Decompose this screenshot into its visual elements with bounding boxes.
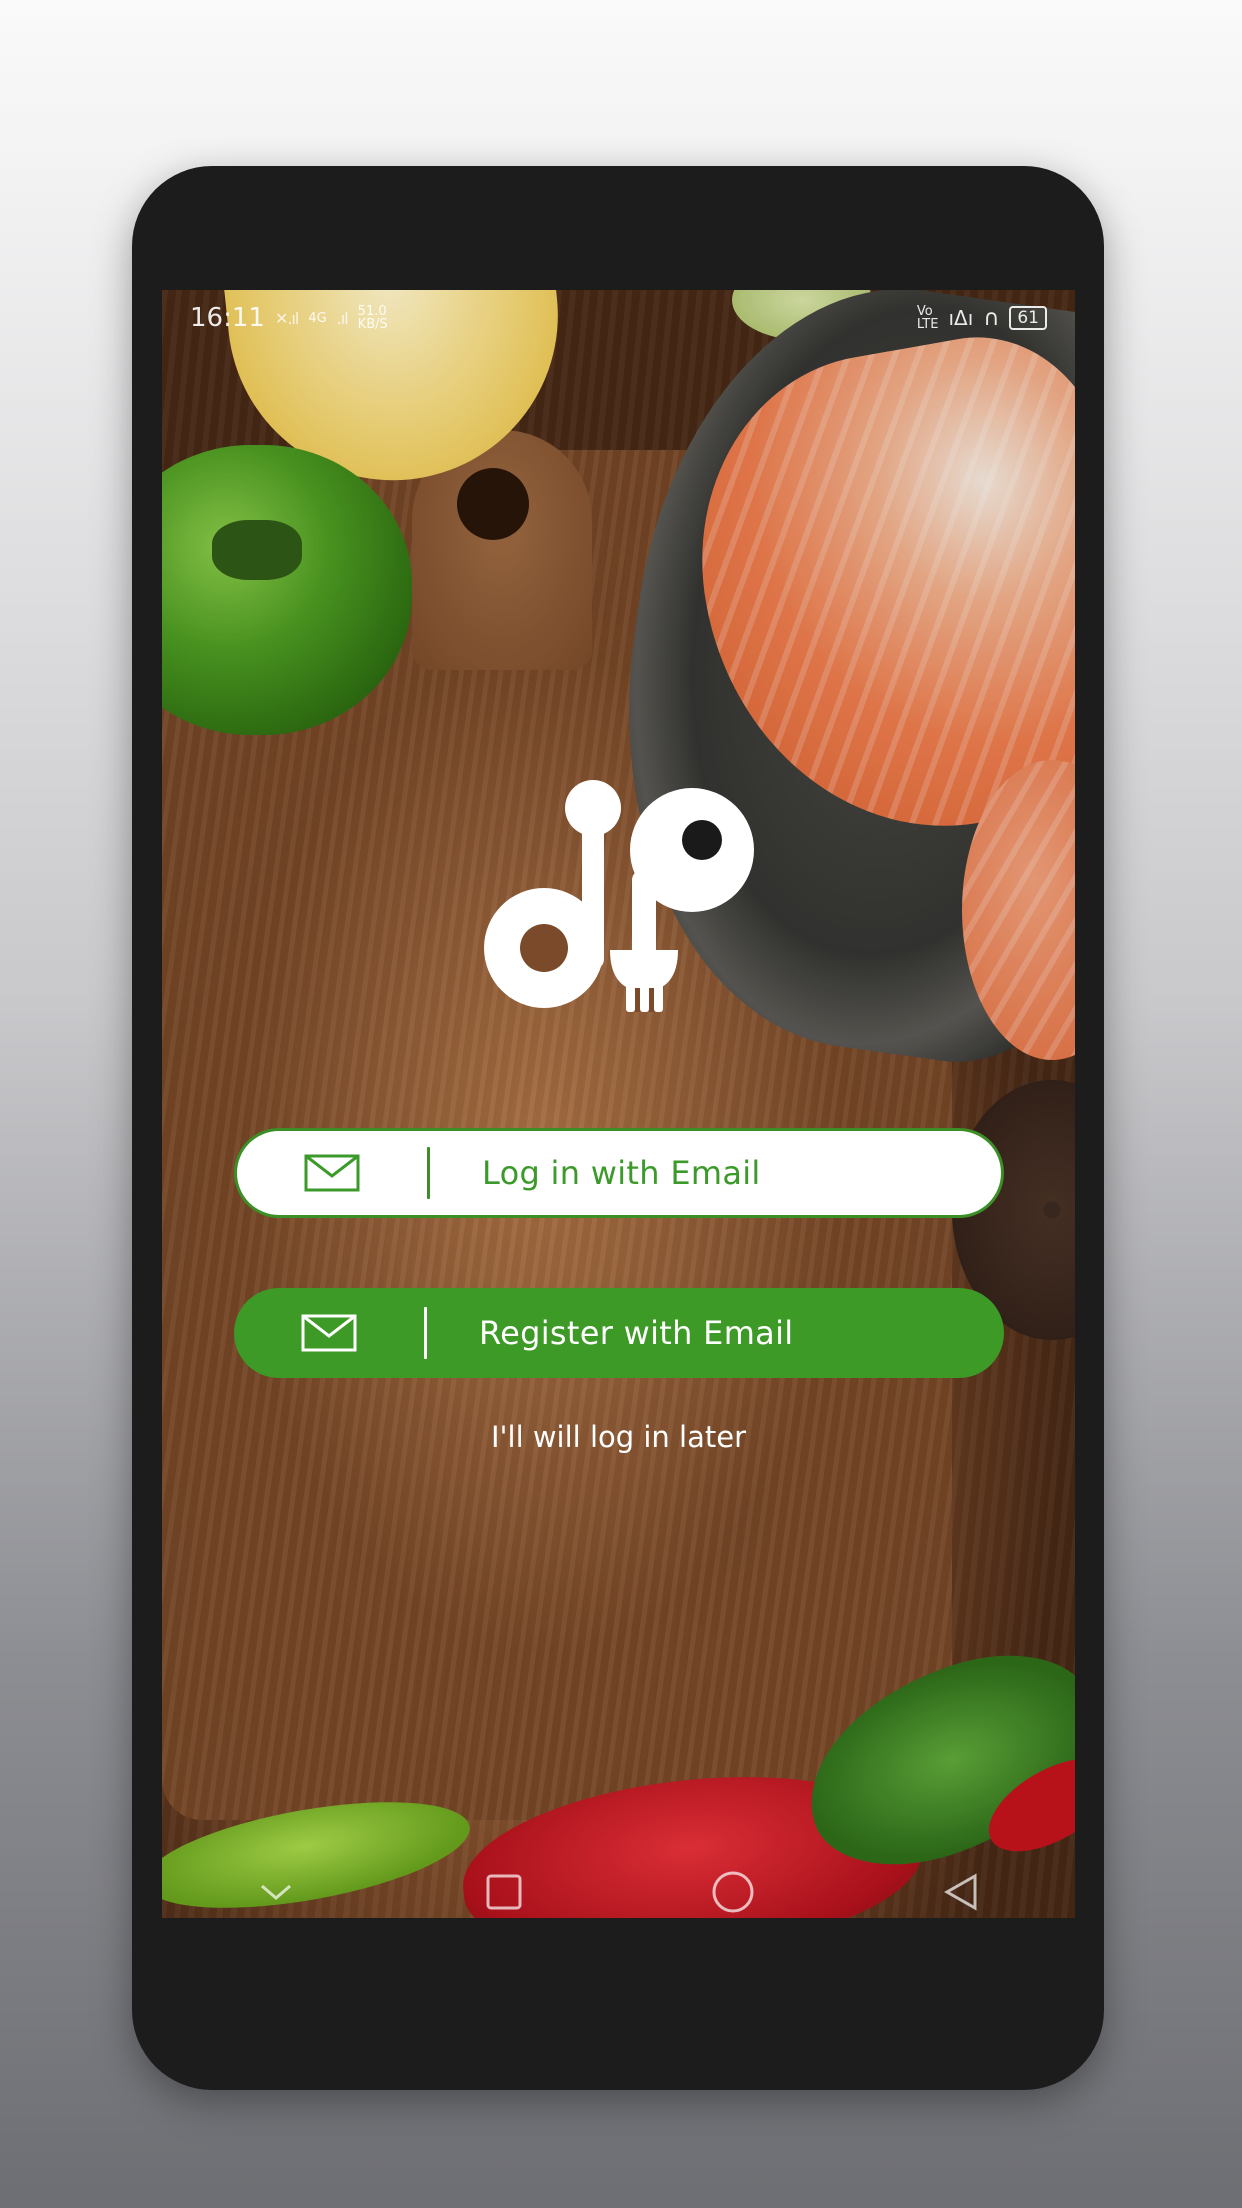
login-with-email-button[interactable]: Log in with Email	[234, 1128, 1004, 1218]
dp-fork-spoon-logo-icon	[484, 780, 754, 1012]
log-in-later-link[interactable]: I'll will log in later	[162, 1420, 1075, 1454]
vibrate-icon: ıΔı	[948, 306, 974, 330]
status-left: 16:11 ✕.ıl 4G .ıl 51.0 KB/S	[190, 303, 388, 333]
status-bar: 16:11 ✕.ıl 4G .ıl 51.0 KB/S Vo LTE ıΔı ∩…	[162, 290, 1075, 346]
register-icon-wrap	[234, 1288, 424, 1378]
status-time: 16:11	[190, 303, 265, 333]
login-icon-wrap	[237, 1131, 427, 1215]
system-nav-bar	[162, 1865, 1075, 1918]
register-with-email-button[interactable]: Register with Email	[234, 1288, 1004, 1378]
headphones-icon: ∩	[983, 305, 1000, 331]
back-icon[interactable]	[931, 1870, 991, 1914]
app-screen: 16:11 ✕.ıl 4G .ıl 51.0 KB/S Vo LTE ıΔı ∩…	[162, 290, 1075, 1918]
network-speed-unit: KB/S	[357, 317, 388, 332]
network-speed: 51.0 KB/S	[358, 305, 388, 331]
background-shade	[162, 290, 1075, 1918]
battery-icon: 61	[1009, 306, 1047, 330]
mail-icon	[304, 1154, 360, 1192]
mail-icon	[301, 1314, 357, 1352]
register-label: Register with Email	[479, 1314, 794, 1352]
recent-apps-icon[interactable]	[474, 1870, 534, 1914]
home-icon[interactable]	[703, 1870, 763, 1914]
volte-bottom: LTE	[916, 317, 939, 332]
signal-icon: .ıl	[336, 308, 349, 328]
no-signal-icon: ✕.ıl	[274, 308, 299, 328]
status-right: Vo LTE ıΔı ∩ 61	[917, 305, 1047, 331]
login-label: Log in with Email	[482, 1154, 761, 1192]
chevron-down-icon[interactable]	[246, 1870, 306, 1914]
volte-indicator: Vo LTE	[917, 305, 939, 331]
signal-4g-label: 4G	[308, 310, 327, 326]
battery-level: 61	[1017, 308, 1039, 328]
